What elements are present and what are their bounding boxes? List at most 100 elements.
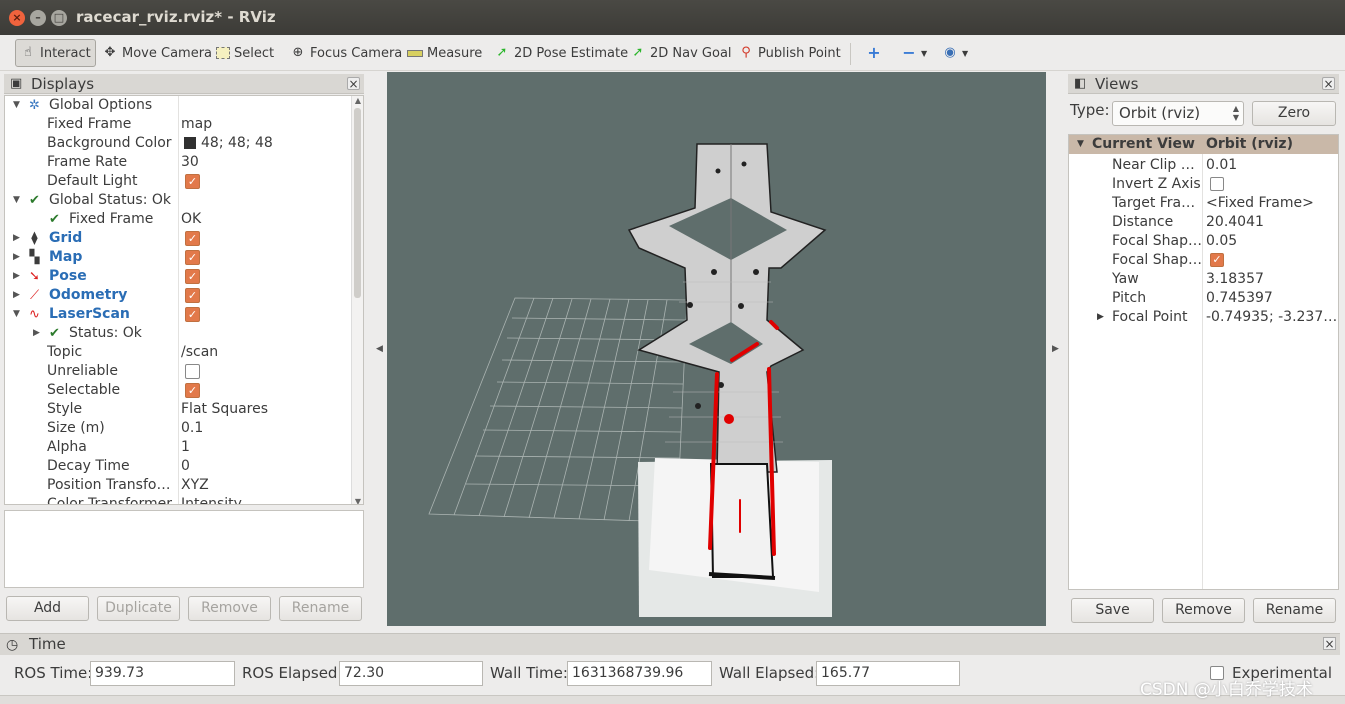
expand-arrow-icon[interactable]: ▼ — [13, 191, 23, 210]
view-row-target-frame[interactable]: Target Fra… <Fixed Frame> — [1069, 194, 1338, 213]
row-value[interactable]: Flat Squares — [181, 400, 351, 419]
tree-row-fixed-frame-status[interactable]: ✔ Fixed Frame OK — [5, 210, 353, 229]
tree-row-size[interactable]: Size (m) 0.1 — [5, 419, 353, 438]
row-value[interactable]: 3.18357 — [1206, 270, 1338, 289]
row-value[interactable]: XYZ — [181, 476, 351, 495]
close-icon[interactable]: × — [1322, 77, 1335, 91]
view-type-select[interactable]: Orbit (rviz) ▲ ▼ — [1112, 101, 1244, 126]
views-tree[interactable]: ▼ Current View Orbit (rviz) Near Clip … … — [1068, 134, 1339, 590]
tree-row-topic[interactable]: Topic /scan — [5, 343, 353, 362]
row-value[interactable]: /scan — [181, 343, 351, 362]
checkbox-unchecked[interactable] — [1210, 177, 1224, 191]
save-view-button[interactable]: Save — [1071, 598, 1154, 623]
checkbox-checked[interactable]: ✓ — [185, 383, 200, 398]
view-row-focal-shape-size[interactable]: Focal Shap… 0.05 — [1069, 232, 1338, 251]
window-close-button[interactable]: × — [9, 10, 25, 26]
close-icon[interactable]: × — [347, 77, 360, 91]
tree-row-global-status[interactable]: ▼ ✔ Global Status: Ok — [5, 191, 353, 210]
tree-row-background-color[interactable]: Background Color 48; 48; 48 — [5, 134, 353, 153]
add-tool-button[interactable]: + — [862, 39, 890, 67]
view-row-focal-point[interactable]: ▶ Focal Point -0.74935; -3.237… — [1069, 308, 1338, 327]
duplicate-display-button[interactable]: Duplicate — [97, 596, 180, 621]
tree-row-unreliable[interactable]: Unreliable — [5, 362, 353, 381]
collapse-left-icon[interactable]: ◀ — [376, 344, 383, 354]
tree-row-laserscan-status[interactable]: ▶ ✔ Status: Ok — [5, 324, 353, 343]
checkbox-checked[interactable]: ✓ — [185, 174, 200, 189]
collapse-right-icon[interactable]: ▶ — [1052, 344, 1059, 354]
expand-arrow-icon[interactable]: ▶ — [1097, 308, 1104, 327]
window-maximize-button[interactable]: □ — [51, 10, 67, 26]
row-value[interactable]: 0.05 — [1206, 232, 1338, 251]
row-value[interactable]: 0.01 — [1206, 156, 1338, 175]
tree-row-pose[interactable]: ▶ ➘ Pose ✓ — [5, 267, 353, 286]
view-row-distance[interactable]: Distance 20.4041 — [1069, 213, 1338, 232]
wall-time-field[interactable]: 1631368739.96 — [567, 661, 712, 686]
expand-arrow-icon[interactable]: ▶ — [33, 324, 43, 343]
remove-display-button[interactable]: Remove — [188, 596, 271, 621]
pose-estimate-tool-button[interactable]: ➚ 2D Pose Estimate — [490, 39, 632, 67]
checkbox-unchecked[interactable] — [185, 364, 200, 379]
displays-tree[interactable]: ▼ ✲ Global Options Fixed Frame map Backg… — [4, 95, 364, 505]
view-row-near-clip[interactable]: Near Clip … 0.01 — [1069, 156, 1338, 175]
row-value[interactable]: <Fixed Frame> — [1206, 194, 1338, 213]
view-row-yaw[interactable]: Yaw 3.18357 — [1069, 270, 1338, 289]
expand-arrow-icon[interactable]: ▼ — [1077, 135, 1084, 154]
checkbox-checked[interactable]: ✓ — [185, 231, 200, 246]
interact-tool-button[interactable]: ☝ Interact — [15, 39, 96, 67]
wall-elapsed-field[interactable]: 165.77 — [816, 661, 960, 686]
view-row-pitch[interactable]: Pitch 0.745397 — [1069, 289, 1338, 308]
row-value[interactable]: -0.74935; -3.237… — [1206, 308, 1338, 327]
tree-row-style[interactable]: Style Flat Squares — [5, 400, 353, 419]
row-value[interactable]: 1 — [181, 438, 351, 457]
row-value[interactable]: map — [181, 115, 351, 134]
row-value[interactable]: 48; 48; 48 — [201, 134, 363, 153]
expand-arrow-icon[interactable]: ▶ — [13, 286, 23, 305]
expand-arrow-icon[interactable]: ▶ — [13, 248, 23, 267]
checkbox-checked[interactable]: ✓ — [185, 250, 200, 265]
rename-view-button[interactable]: Rename — [1253, 598, 1336, 623]
row-value[interactable]: 0.745397 — [1206, 289, 1338, 308]
ros-elapsed-field[interactable]: 72.30 — [339, 661, 483, 686]
tree-row-odometry[interactable]: ▶ ⟋ Odometry ✓ — [5, 286, 353, 305]
scroll-up-icon[interactable]: ▲ — [353, 96, 363, 105]
focus-camera-tool-button[interactable]: ⊕ Focus Camera — [286, 39, 406, 67]
checkbox-checked[interactable]: ✓ — [185, 288, 200, 303]
view-row-invert-z[interactable]: Invert Z Axis — [1069, 175, 1338, 194]
tree-row-grid[interactable]: ▶ ⧫ Grid ✓ — [5, 229, 353, 248]
displays-scrollbar[interactable]: ▲ ▼ — [351, 96, 363, 504]
scroll-down-icon[interactable]: ▼ — [353, 497, 363, 504]
zero-view-button[interactable]: Zero — [1252, 101, 1336, 126]
rename-display-button[interactable]: Rename — [279, 596, 362, 621]
checkbox-checked[interactable]: ✓ — [1210, 253, 1224, 267]
move-camera-tool-button[interactable]: ✥ Move Camera — [98, 39, 216, 67]
current-view-header[interactable]: ▼ Current View Orbit (rviz) — [1069, 135, 1338, 154]
view-row-focal-shape-fixed[interactable]: Focal Shap… ✓ — [1069, 251, 1338, 270]
expand-arrow-icon[interactable]: ▼ — [13, 305, 23, 324]
window-minimize-button[interactable]: – — [30, 10, 46, 26]
tree-row-position-transformer[interactable]: Position Transfo… XYZ — [5, 476, 353, 495]
panels-menu-button[interactable]: ◉ ▼ — [938, 39, 972, 67]
nav-goal-tool-button[interactable]: ➚ 2D Nav Goal — [626, 39, 736, 67]
expand-arrow-icon[interactable]: ▼ — [13, 96, 23, 115]
expand-arrow-icon[interactable]: ▶ — [13, 267, 23, 286]
row-value[interactable]: 20.4041 — [1206, 213, 1338, 232]
tree-row-decay-time[interactable]: Decay Time 0 — [5, 457, 353, 476]
checkbox-checked[interactable]: ✓ — [185, 307, 200, 322]
add-display-button[interactable]: Add — [6, 596, 89, 621]
tree-row-map[interactable]: ▶ ▚ Map ✓ — [5, 248, 353, 267]
row-value[interactable]: Intensity — [181, 495, 351, 504]
row-value[interactable]: 30 — [181, 153, 351, 172]
tree-row-default-light[interactable]: Default Light ✓ — [5, 172, 353, 191]
ros-time-field[interactable]: 939.73 — [90, 661, 235, 686]
color-swatch[interactable] — [184, 137, 196, 149]
publish-point-tool-button[interactable]: ⚲ Publish Point — [734, 39, 845, 67]
row-value[interactable]: 0 — [181, 457, 351, 476]
tree-row-alpha[interactable]: Alpha 1 — [5, 438, 353, 457]
checkbox-checked[interactable]: ✓ — [185, 269, 200, 284]
expand-arrow-icon[interactable]: ▶ — [13, 229, 23, 248]
remove-view-button[interactable]: Remove — [1162, 598, 1245, 623]
select-tool-button[interactable]: Select — [212, 39, 278, 67]
measure-tool-button[interactable]: Measure — [403, 39, 486, 67]
tree-row-frame-rate[interactable]: Frame Rate 30 — [5, 153, 353, 172]
render-viewport[interactable] — [387, 72, 1046, 626]
